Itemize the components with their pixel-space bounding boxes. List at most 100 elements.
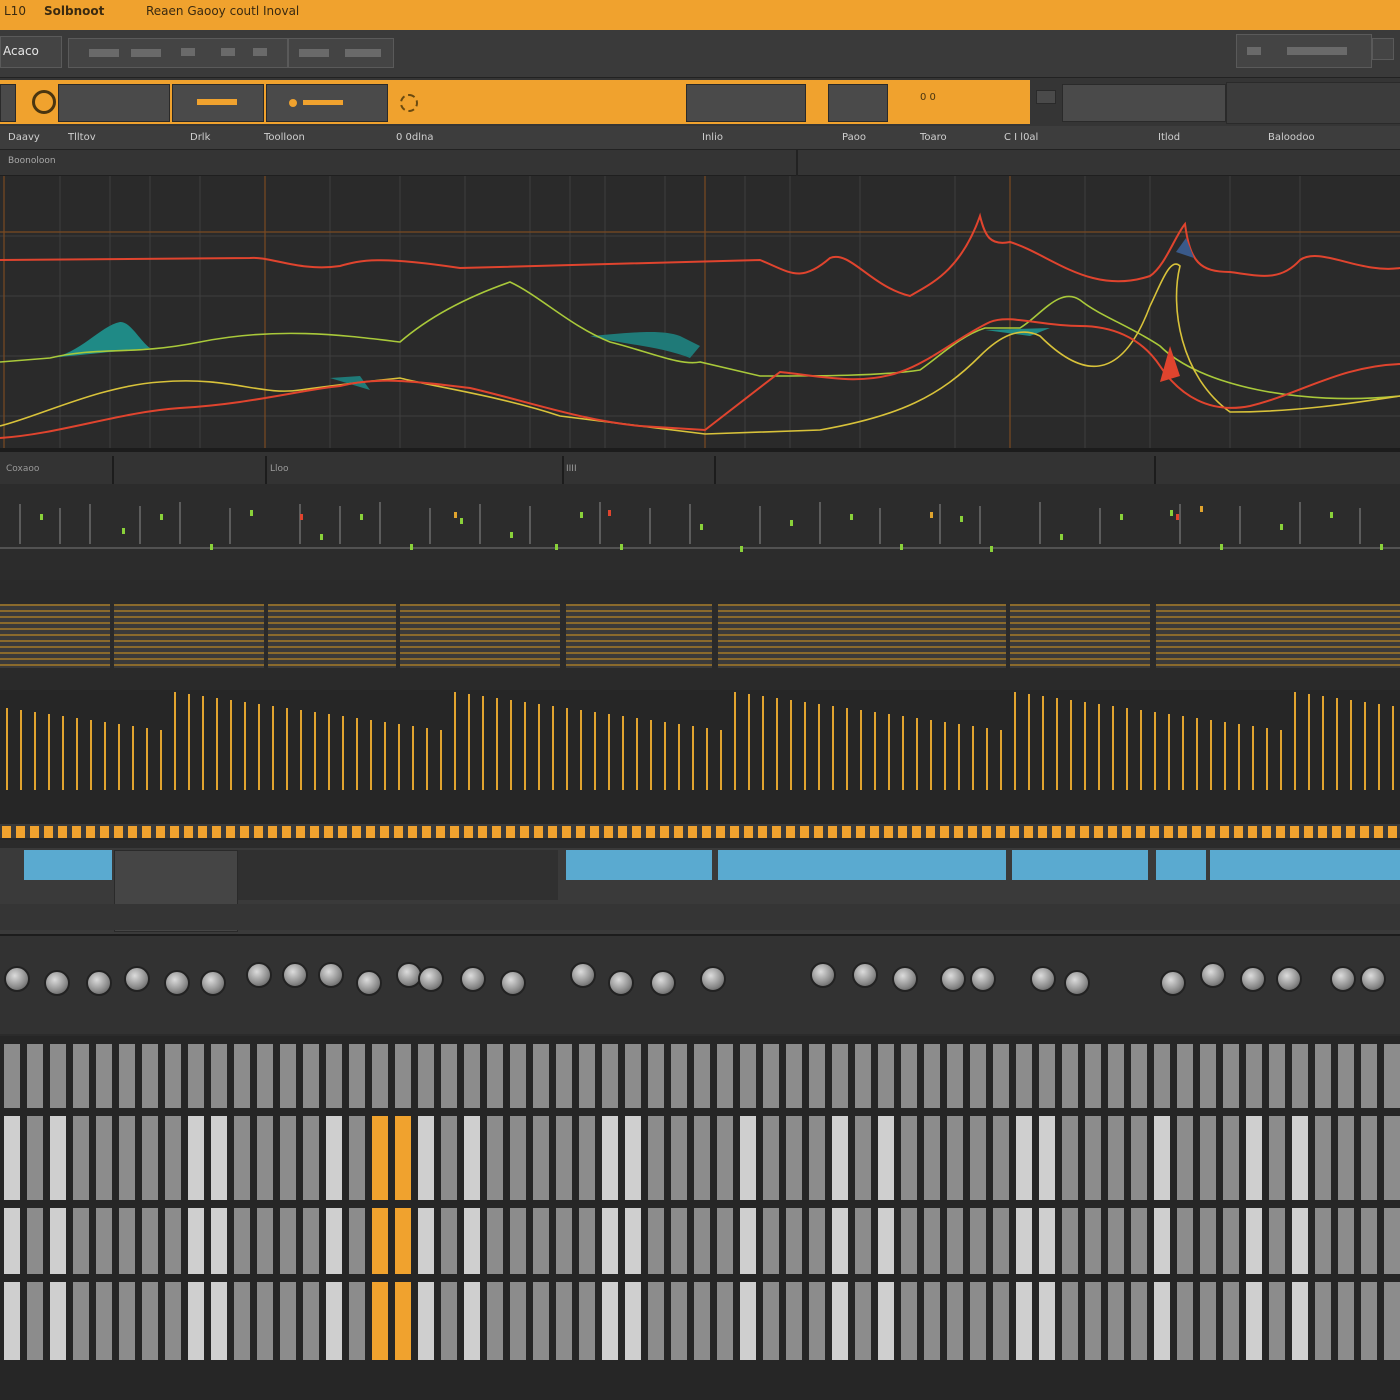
tool-button-5[interactable] (253, 48, 267, 56)
key-pad[interactable] (625, 1208, 641, 1274)
audio-clip-1[interactable] (0, 604, 110, 668)
key-pad[interactable] (4, 1282, 20, 1360)
step-button[interactable] (450, 826, 459, 838)
mixer-knob[interactable] (700, 966, 726, 992)
key-pad[interactable] (947, 1116, 963, 1200)
clip-slot-6[interactable] (1210, 850, 1400, 880)
key-pad[interactable] (395, 1282, 411, 1360)
key-pad[interactable] (418, 1044, 434, 1108)
step-button[interactable] (562, 826, 571, 838)
key-pad[interactable] (1384, 1208, 1400, 1274)
tool-button-3[interactable] (181, 48, 195, 56)
key-pad[interactable] (1384, 1282, 1400, 1360)
step-button[interactable] (590, 826, 599, 838)
step-button[interactable] (254, 826, 263, 838)
step-button[interactable] (1024, 826, 1033, 838)
key-pad[interactable] (579, 1208, 595, 1274)
key-pad[interactable] (993, 1044, 1009, 1108)
step-button[interactable] (842, 826, 851, 838)
key-pad[interactable] (165, 1208, 181, 1274)
key-pad[interactable] (1200, 1208, 1216, 1274)
step-button[interactable] (394, 826, 403, 838)
header-col-4[interactable]: Toolloon (264, 132, 305, 143)
step-button[interactable] (72, 826, 81, 838)
key-pad[interactable] (901, 1208, 917, 1274)
mixer-knob[interactable] (1360, 966, 1386, 992)
key-pad[interactable] (993, 1208, 1009, 1274)
key-pad[interactable] (372, 1116, 388, 1200)
key-pad[interactable] (786, 1044, 802, 1108)
key-pad[interactable] (326, 1208, 342, 1274)
empty-clip-area[interactable] (238, 850, 558, 900)
mixer-knob[interactable] (164, 970, 190, 996)
step-button[interactable] (310, 826, 319, 838)
mixer-knob[interactable] (282, 962, 308, 988)
key-pad[interactable] (1177, 1208, 1193, 1274)
key-pad[interactable] (96, 1208, 112, 1274)
sync-indicator[interactable] (1036, 90, 1056, 104)
key-pad[interactable] (1039, 1282, 1055, 1360)
key-pad[interactable] (556, 1116, 572, 1200)
key-pad[interactable] (1085, 1208, 1101, 1274)
key-pad[interactable] (1269, 1044, 1285, 1108)
key-pad[interactable] (924, 1282, 940, 1360)
options-button-1[interactable] (1247, 47, 1261, 55)
key-pad[interactable] (441, 1282, 457, 1360)
key-pad[interactable] (280, 1116, 296, 1200)
step-button[interactable] (436, 826, 445, 838)
key-pad[interactable] (464, 1282, 480, 1360)
key-pad[interactable] (648, 1282, 664, 1360)
step-button[interactable] (1318, 826, 1327, 838)
key-pad[interactable] (234, 1208, 250, 1274)
key-pad[interactable] (1361, 1282, 1377, 1360)
key-pad[interactable] (4, 1208, 20, 1274)
step-button[interactable] (226, 826, 235, 838)
step-button[interactable] (128, 826, 137, 838)
key-pad[interactable] (27, 1116, 43, 1200)
key-pad[interactable] (280, 1044, 296, 1108)
header-col-1[interactable]: Daavy (8, 132, 40, 143)
view-button-2[interactable] (345, 49, 381, 57)
step-button[interactable] (506, 826, 515, 838)
mixer-knob[interactable] (1200, 962, 1226, 988)
step-button[interactable] (1234, 826, 1243, 838)
step-button[interactable] (240, 826, 249, 838)
key-pad[interactable] (832, 1044, 848, 1108)
key-pad[interactable] (648, 1208, 664, 1274)
key-pad[interactable] (1039, 1044, 1055, 1108)
header-col-2[interactable]: Tlltov (68, 132, 96, 143)
key-pad[interactable] (1016, 1116, 1032, 1200)
key-pad[interactable] (993, 1116, 1009, 1200)
key-pad[interactable] (4, 1044, 20, 1108)
step-button[interactable] (730, 826, 739, 838)
key-pad[interactable] (257, 1208, 273, 1274)
key-pad[interactable] (73, 1208, 89, 1274)
step-button[interactable] (1108, 826, 1117, 838)
step-button[interactable] (1164, 826, 1173, 838)
key-pad[interactable] (188, 1282, 204, 1360)
step-button[interactable] (884, 826, 893, 838)
key-pad[interactable] (372, 1044, 388, 1108)
step-button[interactable] (44, 826, 53, 838)
key-pad[interactable] (326, 1044, 342, 1108)
key-pad[interactable] (510, 1116, 526, 1200)
step-button[interactable] (814, 826, 823, 838)
key-pad[interactable] (1108, 1282, 1124, 1360)
transport-display-1[interactable] (58, 84, 170, 122)
key-pad[interactable] (1338, 1282, 1354, 1360)
key-pad[interactable] (579, 1044, 595, 1108)
lane-label-2[interactable]: Lloo (270, 464, 289, 474)
clip-slot-5[interactable] (1156, 850, 1206, 880)
key-pad[interactable] (510, 1044, 526, 1108)
step-button[interactable] (1276, 826, 1285, 838)
key-pad[interactable] (1361, 1116, 1377, 1200)
step-button[interactable] (1052, 826, 1061, 838)
mixer-knob[interactable] (1276, 966, 1302, 992)
key-pad[interactable] (1131, 1044, 1147, 1108)
key-pad[interactable] (349, 1044, 365, 1108)
header-col-5[interactable]: 0 0dlna (396, 132, 434, 143)
mixer-knob[interactable] (608, 970, 634, 996)
key-pad[interactable] (50, 1208, 66, 1274)
step-button[interactable] (828, 826, 837, 838)
key-pad[interactable] (1131, 1208, 1147, 1274)
